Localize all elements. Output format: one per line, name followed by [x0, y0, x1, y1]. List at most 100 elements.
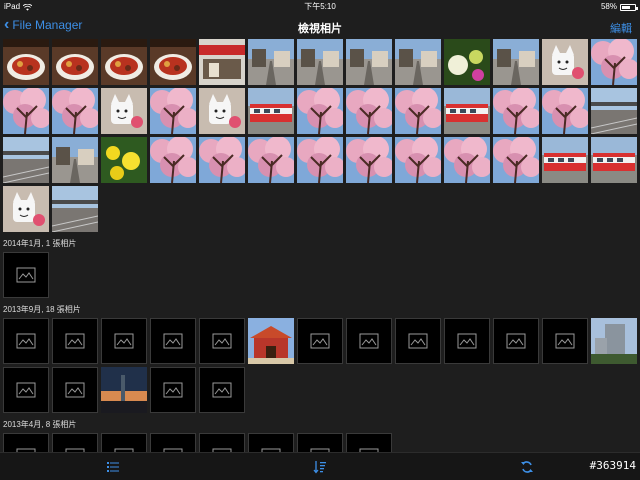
photo-placeholder[interactable]	[101, 318, 147, 364]
photo-thumbnail[interactable]	[199, 137, 245, 183]
photo-section: 2013年4月, 8 張相片	[3, 417, 640, 452]
photo-placeholder[interactable]	[3, 433, 49, 452]
photo-train-icon	[444, 88, 490, 134]
photo-rapeseed-icon	[101, 137, 147, 183]
photo-placeholder[interactable]	[199, 367, 245, 413]
photo-thumbnail[interactable]	[101, 88, 147, 134]
photo-placeholder[interactable]	[444, 318, 490, 364]
photo-street-icon	[248, 39, 294, 85]
photo-placeholder[interactable]	[3, 252, 49, 298]
section-header: 2013年9月, 18 張相片	[3, 305, 81, 314]
list-icon[interactable]	[106, 460, 120, 474]
photo-station-icon	[591, 88, 637, 134]
photo-thumbnail[interactable]	[444, 39, 490, 85]
photo-grid	[3, 252, 640, 301]
photo-thumbnail[interactable]	[101, 39, 147, 85]
photo-placeholder[interactable]	[150, 367, 196, 413]
photo-thumbnail[interactable]	[395, 88, 441, 134]
photo-placeholder[interactable]	[3, 318, 49, 364]
photo-flowers-icon	[444, 39, 490, 85]
photo-thumbnail[interactable]	[297, 39, 343, 85]
photo-thumbnail[interactable]	[542, 137, 588, 183]
photo-gallery[interactable]: 2014年1月, 1 張相片 2013年9月, 18 張相片 2013年4月, 8 …	[3, 39, 640, 452]
photo-grid-recent	[3, 39, 640, 235]
photo-street-icon	[395, 39, 441, 85]
photo-placeholder[interactable]	[52, 318, 98, 364]
photo-blossom-icon	[395, 137, 441, 183]
photo-train-icon	[542, 137, 588, 183]
photo-thumbnail[interactable]	[52, 39, 98, 85]
photo-thumbnail[interactable]	[346, 137, 392, 183]
image-placeholder-icon	[16, 382, 36, 398]
photo-placeholder[interactable]	[346, 433, 392, 452]
photo-placeholder[interactable]	[493, 318, 539, 364]
photo-thumbnail[interactable]	[297, 88, 343, 134]
refresh-icon[interactable]	[520, 460, 534, 474]
photo-placeholder[interactable]	[150, 318, 196, 364]
photo-thumbnail[interactable]	[52, 137, 98, 183]
photo-placeholder[interactable]	[52, 367, 98, 413]
photo-placeholder[interactable]	[542, 318, 588, 364]
photo-thumbnail[interactable]	[395, 39, 441, 85]
photo-shop-icon	[199, 39, 245, 85]
photo-placeholder[interactable]	[199, 318, 245, 364]
photo-thumbnail[interactable]	[444, 137, 490, 183]
photo-placeholder[interactable]	[52, 433, 98, 452]
photo-placeholder[interactable]	[101, 433, 147, 452]
photo-thumbnail[interactable]	[493, 39, 539, 85]
photo-thumbnail[interactable]	[199, 88, 245, 134]
photo-thumbnail[interactable]	[297, 137, 343, 183]
image-placeholder-icon	[163, 382, 183, 398]
photo-thumbnail[interactable]	[346, 88, 392, 134]
photo-street-icon	[297, 39, 343, 85]
photo-thumbnail[interactable]	[248, 39, 294, 85]
photo-placeholder[interactable]	[395, 318, 441, 364]
photo-thumbnail[interactable]	[542, 39, 588, 85]
photo-placeholder[interactable]	[346, 318, 392, 364]
photo-thumbnail[interactable]	[248, 137, 294, 183]
photo-thumbnail[interactable]	[591, 39, 637, 85]
photo-thumbnail[interactable]	[248, 318, 294, 364]
photo-thumbnail[interactable]	[3, 88, 49, 134]
photo-placeholder[interactable]	[297, 433, 343, 452]
photo-thumbnail[interactable]	[248, 88, 294, 134]
photo-food-icon	[101, 39, 147, 85]
photo-thumbnail[interactable]	[493, 88, 539, 134]
photo-thumbnail[interactable]	[150, 39, 196, 85]
photo-placeholder[interactable]	[3, 367, 49, 413]
photo-placeholder[interactable]	[150, 433, 196, 452]
photo-thumbnail[interactable]	[3, 137, 49, 183]
photo-placeholder[interactable]	[248, 433, 294, 452]
photo-food-icon	[150, 39, 196, 85]
photo-thumbnail[interactable]	[395, 137, 441, 183]
status-time: 下午5:10	[304, 2, 336, 11]
photo-thumbnail[interactable]	[591, 137, 637, 183]
photo-thumbnail[interactable]	[3, 39, 49, 85]
photo-food-icon	[3, 39, 49, 85]
photo-thumbnail[interactable]	[199, 39, 245, 85]
photo-thumbnail[interactable]	[52, 88, 98, 134]
image-placeholder-icon	[114, 333, 134, 349]
photo-thumbnail[interactable]	[591, 318, 637, 364]
photo-thumbnail[interactable]	[150, 137, 196, 183]
photo-street-icon	[52, 137, 98, 183]
photo-placeholder[interactable]	[199, 433, 245, 452]
photo-thumbnail[interactable]	[101, 137, 147, 183]
photo-thumbnail[interactable]	[444, 88, 490, 134]
photo-thumbnail[interactable]	[52, 186, 98, 232]
section-header: 2013年4月, 8 張相片	[3, 420, 77, 429]
photo-thumbnail[interactable]	[3, 186, 49, 232]
edit-button[interactable]: 編輯	[610, 20, 632, 36]
photo-thumbnail[interactable]	[346, 39, 392, 85]
sort-icon[interactable]	[313, 460, 327, 474]
photo-thumbnail[interactable]	[591, 88, 637, 134]
photo-placeholder[interactable]	[297, 318, 343, 364]
photo-building-icon	[591, 318, 637, 364]
photo-mascot-icon	[101, 88, 147, 134]
photo-thumbnail[interactable]	[150, 88, 196, 134]
bottom-toolbar: #363914	[0, 452, 640, 480]
photo-thumbnail[interactable]	[493, 137, 539, 183]
photo-thumbnail[interactable]	[101, 367, 147, 413]
photo-thumbnail[interactable]	[542, 88, 588, 134]
image-placeholder-icon	[408, 333, 428, 349]
